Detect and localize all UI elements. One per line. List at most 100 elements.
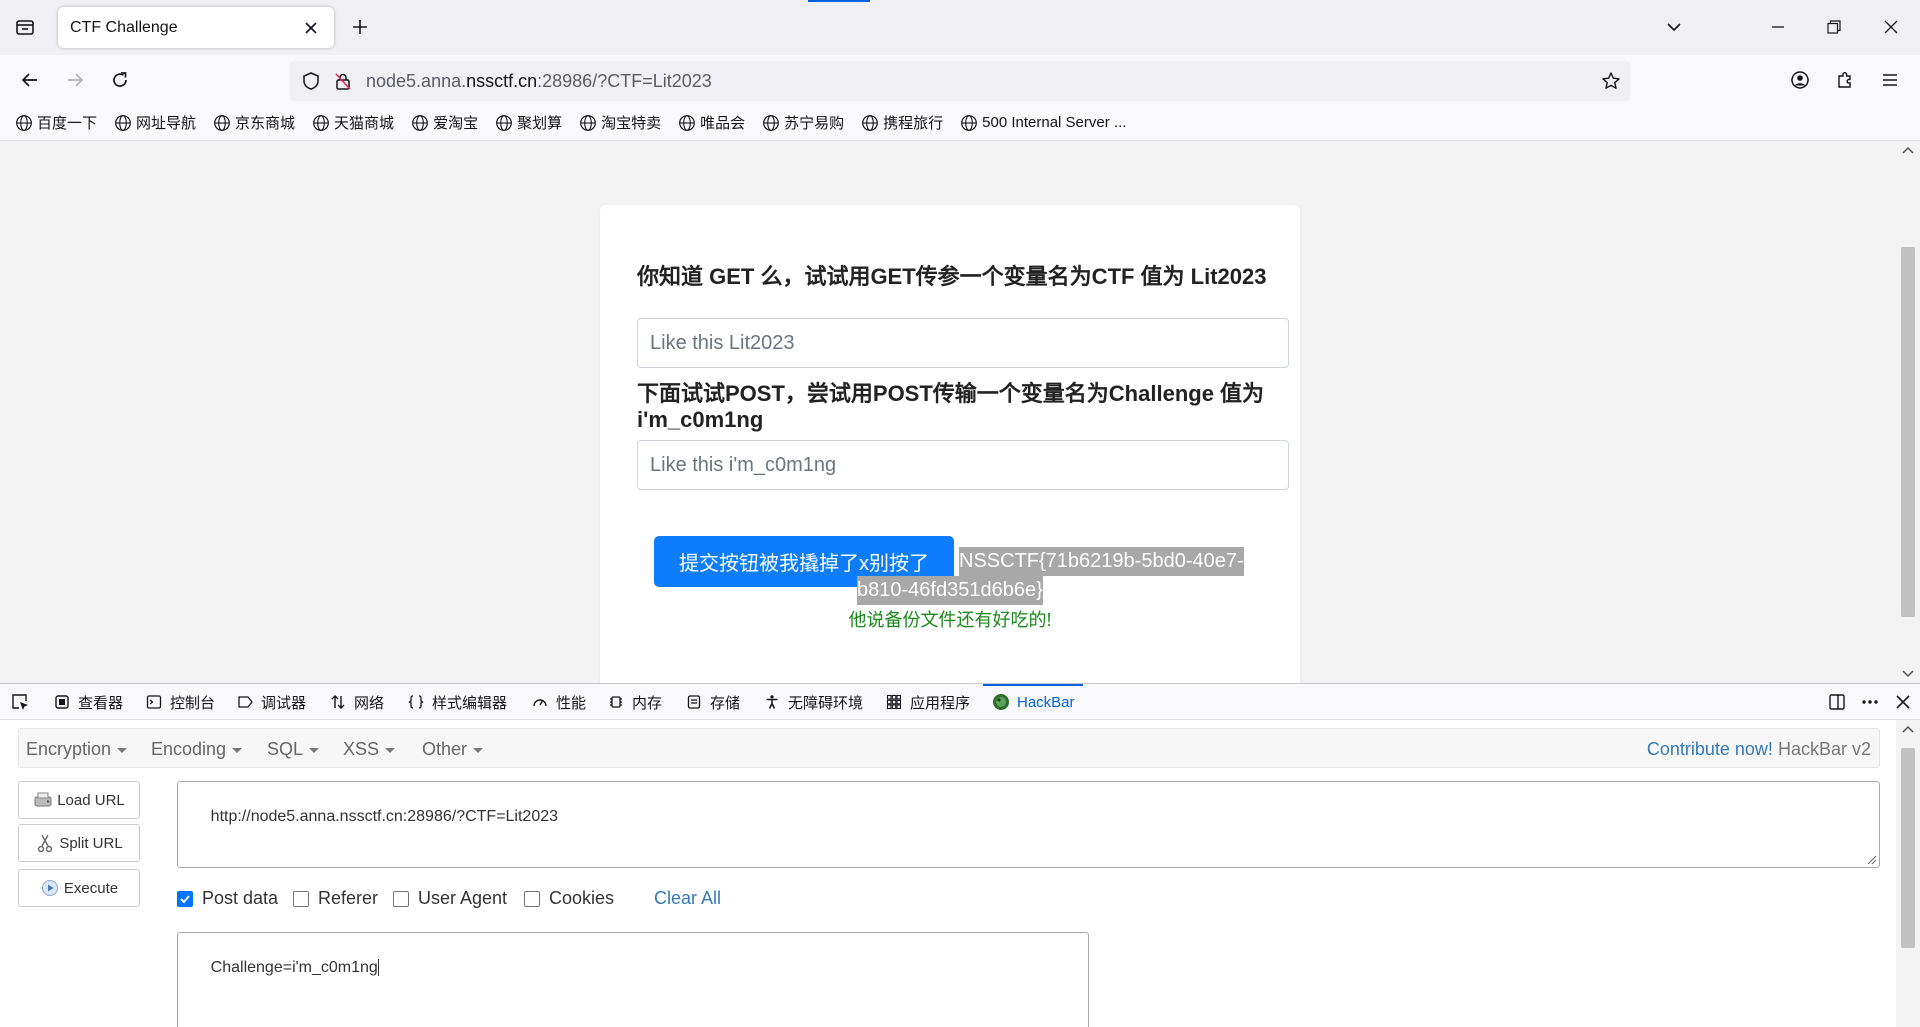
extensions-button[interactable] — [1830, 65, 1860, 95]
execute-button[interactable]: Execute — [18, 869, 140, 907]
minimize-button[interactable] — [1763, 12, 1793, 42]
hackbar-menu-encoding[interactable]: Encoding — [151, 729, 243, 769]
tab-bar: CTF Challenge — [0, 0, 1920, 55]
bookmark-item[interactable]: 爱淘宝 — [410, 112, 478, 133]
checkbox[interactable] — [524, 890, 540, 907]
close-tab-button[interactable] — [300, 17, 322, 39]
get-param-input[interactable]: Like this Lit2023 — [637, 318, 1289, 368]
bookmark-item[interactable]: 携程旅行 — [860, 112, 943, 133]
minimize-icon — [1772, 26, 1784, 28]
devtools-tab-application[interactable]: 应用程序 — [884, 684, 970, 720]
bookmark-label: 网址导航 — [136, 115, 197, 132]
hackbar-menu-encryption[interactable]: Encryption — [26, 729, 128, 769]
more-options-icon — [1862, 700, 1878, 704]
contribute-link[interactable]: Contribute now! — [1647, 739, 1773, 759]
load-url-button[interactable]: Load URL — [18, 781, 140, 819]
hackbar-menu-xss[interactable]: XSS — [343, 729, 396, 769]
globe-icon — [677, 113, 697, 133]
devtools-scrollbar-thumb[interactable] — [1901, 748, 1915, 948]
bookmark-item[interactable]: 天猫商城 — [311, 112, 394, 133]
checkbox-label: User Agent — [418, 888, 508, 908]
option-post-data[interactable]: Post data — [177, 888, 278, 909]
forward-button[interactable] — [60, 65, 90, 95]
tab-ctf-challenge[interactable]: CTF Challenge — [58, 7, 334, 48]
option-user-agent[interactable]: User Agent — [393, 888, 507, 909]
element-picker-button[interactable] — [8, 690, 32, 714]
checkbox[interactable] — [293, 890, 309, 907]
caret-down-icon — [309, 747, 320, 753]
devtools-tab-console[interactable]: 控制台 — [144, 684, 215, 720]
tab-list-button[interactable] — [12, 14, 38, 40]
dock-side-button[interactable] — [1825, 690, 1849, 714]
bookmark-label: 淘宝特卖 — [601, 115, 662, 132]
back-button[interactable] — [15, 65, 45, 95]
caret-down-icon — [117, 747, 128, 753]
devtools-tab-style-editor[interactable]: 样式编辑器 — [406, 684, 507, 720]
scroll-up-arrow[interactable] — [1900, 143, 1916, 157]
url-textarea[interactable]: http://node5.anna.nssctf.cn:28986/?CTF=L… — [177, 781, 1880, 868]
chevron-down-icon — [1667, 23, 1681, 32]
page-scrollbar[interactable] — [1896, 141, 1920, 683]
devtools-scroll-up-arrow[interactable] — [1900, 722, 1916, 736]
address-bar[interactable]: node5.anna.nssctf.cn:28986/?CTF=Lit2023 — [290, 61, 1630, 101]
globe-icon — [311, 113, 331, 133]
restore-button[interactable] — [1819, 12, 1849, 42]
close-window-button[interactable] — [1876, 12, 1906, 42]
checkbox[interactable] — [177, 890, 193, 907]
option-referer[interactable]: Referer — [293, 888, 378, 909]
bookmark-star-icon[interactable] — [1600, 70, 1622, 92]
inspector-icon — [52, 692, 72, 712]
close-icon — [1884, 20, 1898, 34]
devtools-tab-network[interactable]: 网络 — [328, 684, 384, 720]
devtools-toolbar: 查看器 控制台 调试器 网络 样式编辑器 性能 内存 存储 无障碍环境 应用程序 HackBar — [0, 684, 1920, 720]
devtools-tab-accessibility[interactable]: 无障碍环境 — [762, 684, 863, 720]
insecure-lock-icon[interactable] — [332, 70, 354, 92]
bookmark-item[interactable]: 唯品会 — [677, 112, 745, 133]
devtools-tab-hackbar[interactable]: HackBar — [983, 684, 1083, 720]
app-menu-button[interactable] — [1875, 65, 1905, 95]
reload-button[interactable] — [105, 65, 135, 95]
devtools-tab-performance[interactable]: 性能 — [530, 684, 586, 720]
bookmark-item[interactable]: 500 Internal Server ... — [959, 113, 1126, 133]
caret-down-icon — [232, 747, 243, 753]
list-all-tabs-button[interactable] — [1659, 12, 1689, 42]
devtools-tab-memory[interactable]: 内存 — [606, 684, 662, 720]
page-scrollbar-thumb[interactable] — [1901, 247, 1915, 617]
bookmark-item[interactable]: 聚划算 — [494, 112, 562, 133]
split-url-button[interactable]: Split URL — [18, 824, 140, 862]
devtools-tab-debugger[interactable]: 调试器 — [235, 684, 306, 720]
scroll-down-arrow[interactable] — [1900, 667, 1916, 681]
post-param-input[interactable]: Like this i'm_c0m1ng — [637, 440, 1289, 490]
bookmark-item[interactable]: 苏宁易购 — [761, 112, 844, 133]
devtools-tab-label: HackBar — [1017, 693, 1075, 711]
flag-text-line-1[interactable]: NSSCTF{71b6219b-5bd0-40e7- — [959, 547, 1244, 576]
globe-icon — [14, 113, 34, 133]
bookmark-item[interactable]: 京东商城 — [212, 112, 295, 133]
clear-all-link[interactable]: Clear All — [654, 888, 721, 909]
bookmark-item[interactable]: 网址导航 — [113, 112, 196, 133]
globe-icon — [761, 113, 781, 133]
devtools-tab-label: 调试器 — [261, 694, 307, 712]
option-cookies[interactable]: Cookies — [524, 888, 614, 909]
devtools-options-button[interactable] — [1858, 690, 1882, 714]
url-text[interactable]: node5.anna.nssctf.cn:28986/?CTF=Lit2023 — [366, 61, 712, 101]
hackbar-panel: Contribute now! HackBar v2 Encryption Enc… — [0, 720, 1896, 1027]
new-tab-button[interactable] — [346, 13, 374, 41]
shield-icon[interactable] — [300, 70, 322, 92]
resize-grip-icon[interactable] — [1865, 853, 1877, 865]
checkbox[interactable] — [393, 890, 409, 907]
bookmark-item[interactable]: 百度一下 — [14, 112, 97, 133]
post-data-textarea[interactable]: Challenge=i'm_c0m1ng — [177, 932, 1089, 1027]
page-viewport: 你知道 GET 么，试试用GET传参一个变量名为CTF 值为 Lit2023 L… — [0, 141, 1920, 683]
devtools-panel: 查看器 控制台 调试器 网络 样式编辑器 性能 内存 存储 无障碍环境 应用程序 HackBar C… — [0, 683, 1920, 1027]
puzzle-icon — [1838, 72, 1851, 88]
devtools-tab-inspector[interactable]: 查看器 — [52, 684, 123, 720]
account-button[interactable] — [1785, 65, 1815, 95]
devtools-scrollbar[interactable] — [1896, 720, 1920, 1027]
close-devtools-button[interactable] — [1891, 690, 1915, 714]
hackbar-menu-sql[interactable]: SQL — [267, 729, 320, 769]
hackbar-menu-other[interactable]: Other — [422, 729, 484, 769]
flag-text-line-2[interactable]: b810-46fd351d6b6e} — [857, 576, 1043, 605]
bookmark-item[interactable]: 淘宝特卖 — [578, 112, 661, 133]
devtools-tab-storage[interactable]: 存储 — [684, 684, 740, 720]
